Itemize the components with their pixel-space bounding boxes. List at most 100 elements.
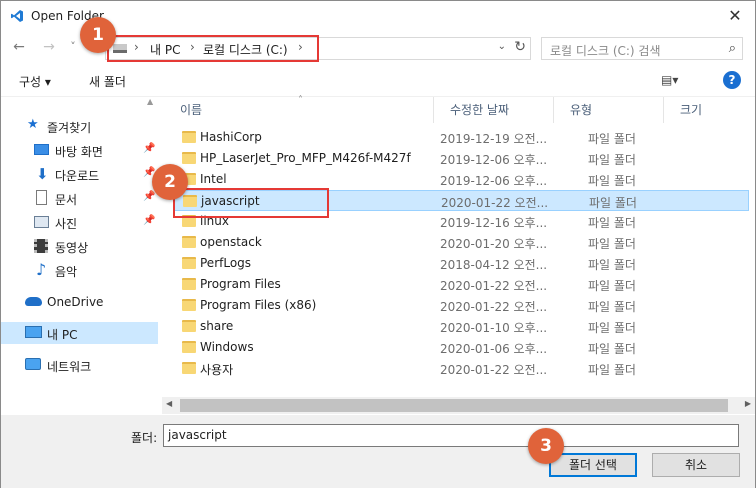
sidebar-item-label: 사진 (55, 217, 78, 231)
sidebar-item-videos[interactable]: 동영상 (1, 235, 158, 257)
file-row[interactable]: 사용자 2020-01-22 오전... 파일 폴더 (174, 358, 749, 379)
file-type: 파일 폴더 (588, 237, 636, 251)
sidebar-item-desktop[interactable]: 바탕 화면 📌 (1, 139, 158, 161)
refresh-icon[interactable]: ↻ (514, 39, 526, 55)
file-name: HP_LaserJet_Pro_MFP_M426f-M427f (200, 151, 411, 165)
back-button[interactable]: ← (9, 37, 29, 57)
step-badge-1: 1 (80, 17, 116, 53)
file-type: 파일 폴더 (588, 258, 636, 272)
cancel-button[interactable]: 취소 (652, 453, 740, 477)
sidebar-item-music[interactable]: ♪ 음악 (1, 259, 158, 281)
file-type: 파일 폴더 (588, 279, 636, 293)
sidebar-item-downloads[interactable]: ⬇ 다운로드 📌 (1, 163, 158, 185)
file-name: Program Files (200, 277, 281, 291)
sidebar-item-label: 문서 (55, 193, 78, 207)
column-header-type[interactable]: 유형 (554, 97, 664, 123)
file-date: 2020-01-22 오전... (440, 300, 548, 314)
file-row[interactable]: openstack 2020-01-20 오후... 파일 폴더 (174, 232, 749, 253)
file-row[interactable]: HashiCorp 2019-12-19 오전... 파일 폴더 (174, 127, 749, 148)
file-row[interactable]: share 2020-01-10 오후... 파일 폴더 (174, 316, 749, 337)
file-date: 2020-01-22 오전... (441, 196, 549, 210)
file-list: ˄ 이름 수정한 날짜 유형 크기 HashiCorp 2019-12-19 오전… (162, 95, 755, 415)
sidebar-item-network[interactable]: 네트워크 (1, 354, 158, 376)
step-badge-3: 3 (528, 428, 564, 464)
vscode-icon (11, 10, 23, 22)
pictures-icon (34, 216, 49, 228)
file-date: 2019-12-06 오후... (440, 153, 548, 167)
folder-name-input[interactable]: javascript (163, 424, 739, 447)
organize-button[interactable]: 구성 ▾ (19, 73, 51, 90)
column-header-name[interactable]: 이름 (164, 97, 434, 123)
desktop-icon (34, 144, 49, 155)
file-row[interactable]: Windows 2020-01-06 오후... 파일 폴더 (174, 337, 749, 358)
file-date: 2020-01-06 오후... (440, 342, 548, 356)
forward-button[interactable]: → (39, 37, 59, 57)
file-date: 2019-12-16 오후... (440, 216, 548, 230)
sidebar-item-documents[interactable]: 문서 📌 (1, 187, 158, 209)
folder-icon (182, 257, 196, 269)
file-row[interactable]: Program Files 2020-01-22 오전... 파일 폴더 (174, 274, 749, 295)
selection-highlight-box (173, 188, 329, 218)
cloud-icon (25, 297, 42, 306)
file-row[interactable]: Program Files (x86) 2020-01-22 오전... 파일 폴더 (174, 295, 749, 316)
address-dropdown-icon[interactable]: ⌄ (498, 41, 506, 52)
file-type: 파일 폴더 (589, 196, 637, 210)
file-row[interactable]: PerfLogs 2018-04-12 오전... 파일 폴더 (174, 253, 749, 274)
address-highlight-box (107, 35, 319, 62)
file-date: 2020-01-10 오후... (440, 321, 548, 335)
sidebar-item-this-pc[interactable]: 내 PC (1, 322, 158, 344)
sidebar-item-quick-access[interactable]: ★ 즐겨찾기 (1, 115, 158, 137)
scrollbar-thumb[interactable] (180, 399, 728, 412)
file-row[interactable]: Intel 2019-12-06 오후... 파일 폴더 (174, 169, 749, 190)
search-box[interactable]: 로컬 디스크 (C:) 검색 ⌕ (541, 37, 743, 60)
file-date: 2018-04-12 오전... (440, 258, 548, 272)
document-icon (36, 190, 47, 205)
new-folder-button[interactable]: 새 폴더 (89, 73, 126, 90)
file-row[interactable]: HP_LaserJet_Pro_MFP_M426f-M427f 2019-12-0… (174, 148, 749, 169)
column-header-date[interactable]: 수정한 날짜 (434, 97, 554, 123)
file-name: Windows (200, 340, 254, 354)
sidebar-item-pictures[interactable]: 사진 📌 (1, 211, 158, 233)
file-name: 사용자 (200, 363, 234, 377)
open-folder-dialog: Open Folder ✕ ← → ˅ › 내 PC › 로컬 디스크 (C:)… (0, 0, 756, 488)
star-icon: ★ (27, 117, 39, 132)
file-name: share (200, 319, 234, 333)
folder-label: 폴더: (131, 431, 158, 445)
scroll-left-icon[interactable]: ◀ (166, 399, 172, 408)
horizontal-scrollbar[interactable]: ◀ ▶ (162, 397, 755, 414)
close-button[interactable]: ✕ (725, 6, 745, 26)
folder-icon (182, 341, 196, 353)
sidebar-item-label: 즐겨찾기 (47, 121, 92, 135)
file-date: 2019-12-19 오전... (440, 132, 548, 146)
folder-icon (182, 152, 196, 164)
sidebar-item-label: 다운로드 (55, 169, 100, 183)
scroll-right-icon[interactable]: ▶ (745, 399, 751, 408)
sidebar-item-label: 바탕 화면 (55, 145, 103, 159)
sidebar-item-onedrive[interactable]: OneDrive (1, 291, 158, 313)
search-icon[interactable]: ⌕ (729, 41, 736, 56)
folder-icon (182, 278, 196, 290)
file-type: 파일 폴더 (588, 342, 636, 356)
sidebar-item-label: OneDrive (47, 295, 104, 309)
file-date: 2020-01-22 오전... (440, 363, 548, 377)
sidebar-item-label: 네트워크 (47, 360, 92, 374)
step-badge-2: 2 (152, 164, 188, 200)
folder-icon (182, 131, 196, 143)
sidebar-item-label: 내 PC (47, 328, 78, 342)
help-button[interactable]: ? (723, 71, 741, 89)
file-name: openstack (200, 235, 262, 249)
music-icon: ♪ (36, 260, 47, 279)
computer-icon (25, 326, 42, 338)
file-date: 2019-12-06 오후... (440, 174, 548, 188)
command-toolbar: 구성 ▾ 새 폴더 ▤▾ ? (1, 65, 755, 97)
file-type: 파일 폴더 (588, 216, 636, 230)
file-name: PerfLogs (200, 256, 252, 270)
folder-icon (182, 362, 196, 374)
pin-icon: 📌 (143, 191, 156, 202)
select-folder-button[interactable]: 폴더 선택 (549, 453, 637, 477)
column-header-size[interactable]: 크기 (664, 97, 754, 123)
file-type: 파일 폴더 (588, 132, 636, 146)
file-type: 파일 폴더 (588, 300, 636, 314)
view-options-icon[interactable]: ▤▾ (661, 73, 678, 87)
scroll-up-icon[interactable]: ▲ (147, 97, 153, 106)
